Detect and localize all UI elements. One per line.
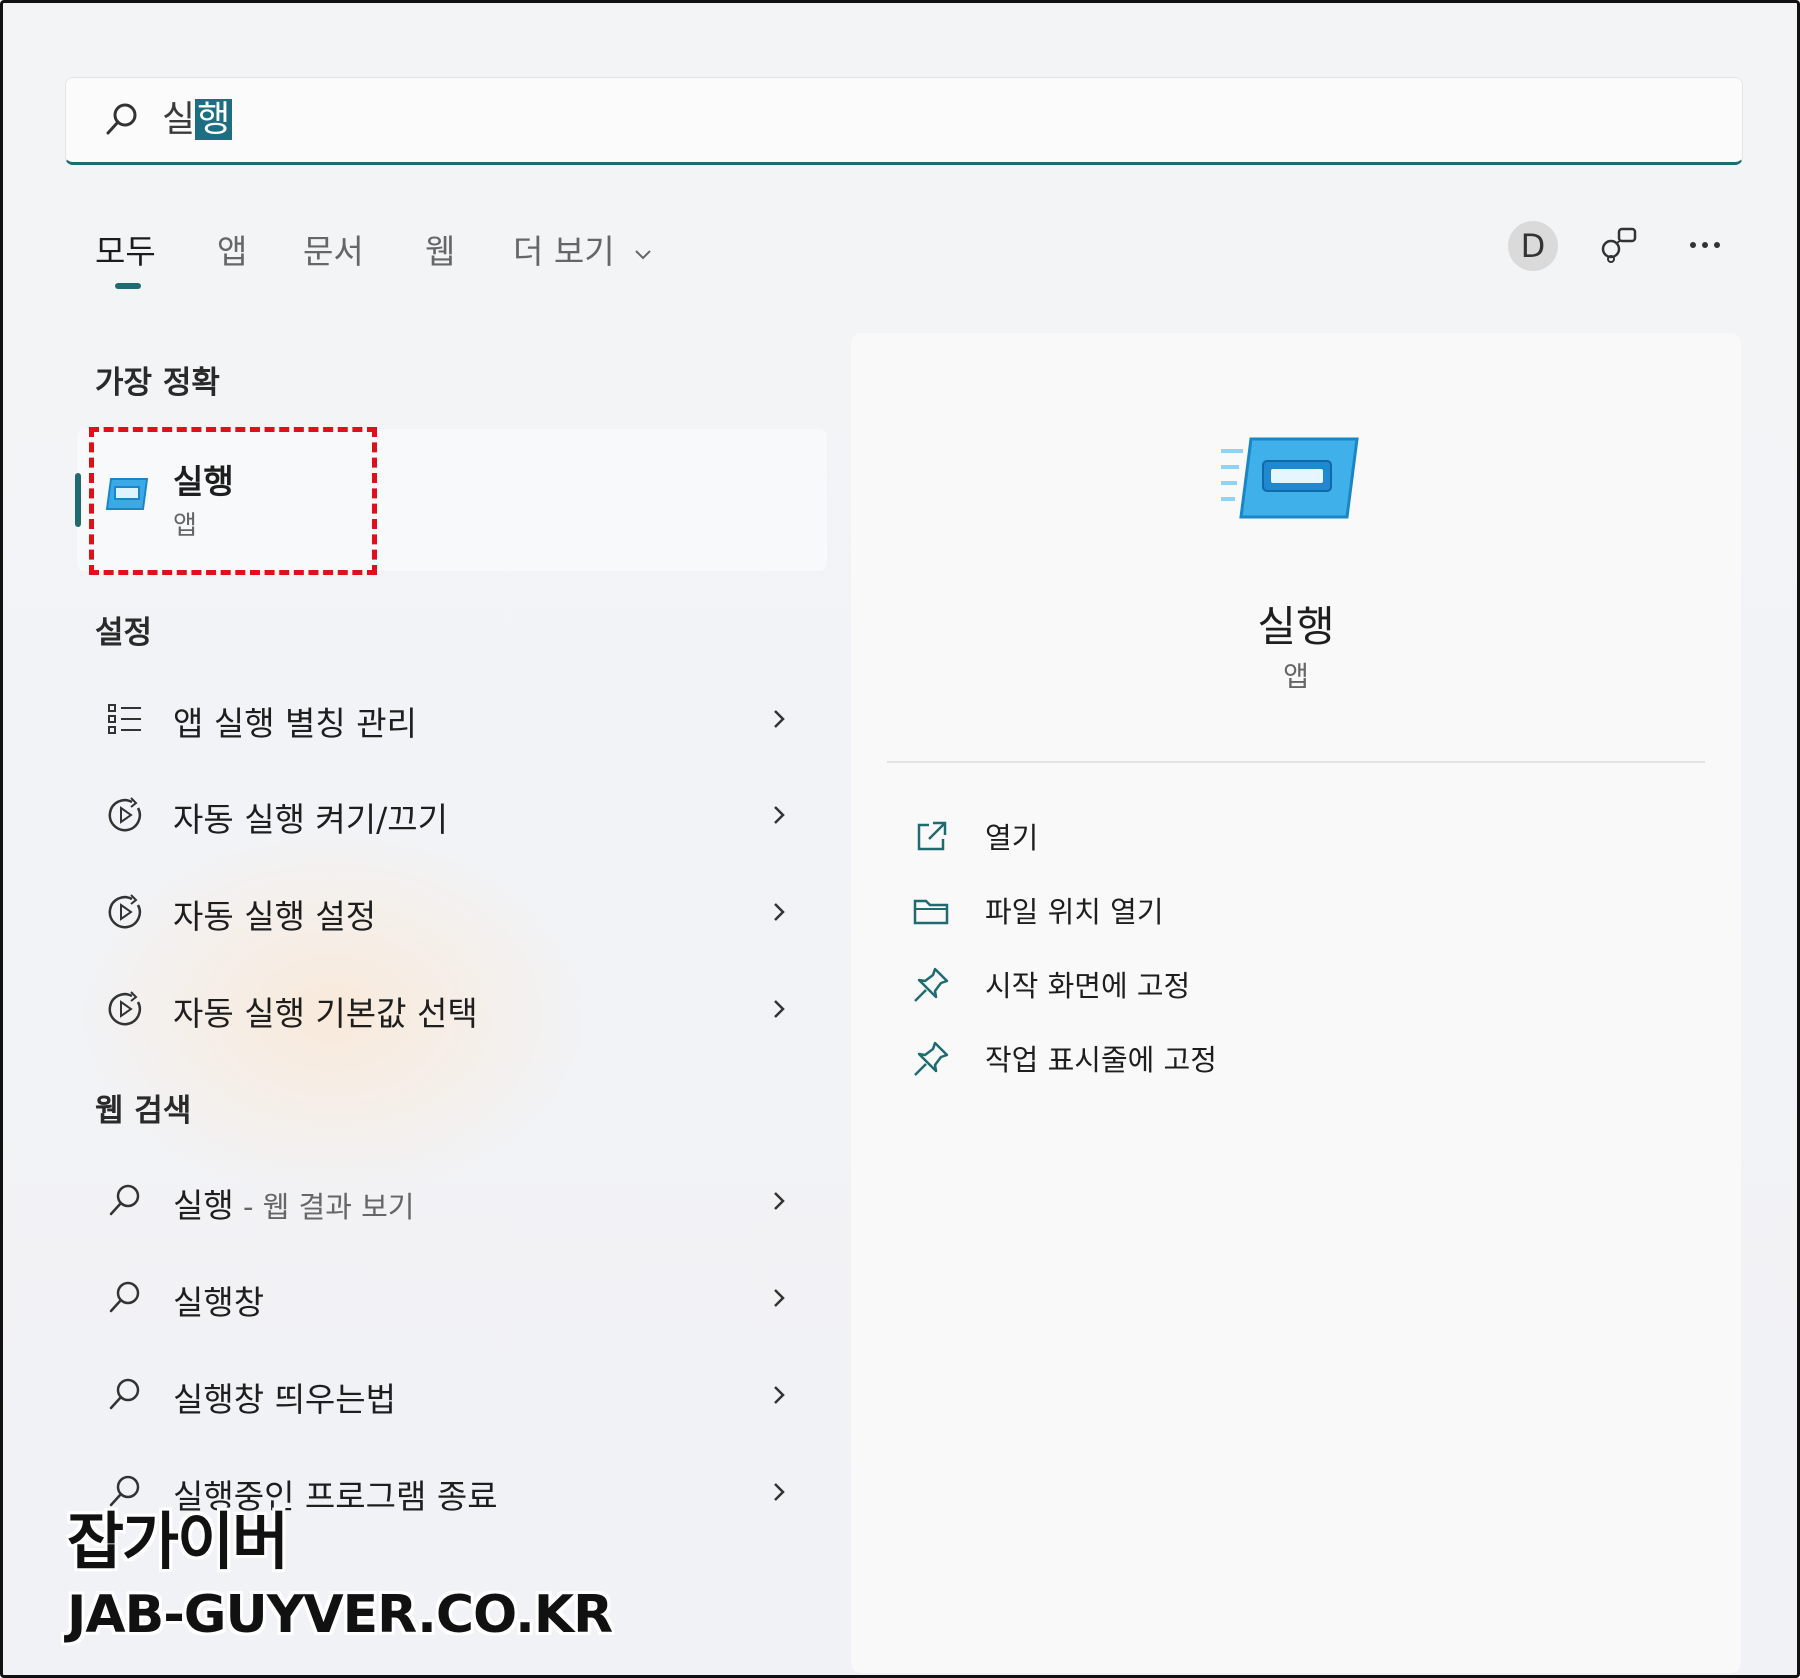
web-item[interactable]: 실행창 띄우는법 bbox=[77, 1355, 827, 1435]
web-item-query: 실행 bbox=[173, 1186, 234, 1225]
selection-indicator bbox=[75, 473, 81, 527]
preview-title: 실행 bbox=[1257, 602, 1335, 651]
watermark: 잡가이버 JAB-GUYVER.CO.KR bbox=[67, 1491, 613, 1645]
red-dashed-highlight bbox=[89, 427, 377, 575]
tab-apps-label: 앱 bbox=[217, 232, 248, 271]
section-web-search: 웹 검색 bbox=[95, 1093, 192, 1129]
settings-item-label: 앱 실행 별칭 관리 bbox=[173, 704, 417, 743]
settings-item-autoplay-settings[interactable]: 자동 실행 설정 bbox=[77, 872, 827, 952]
web-item[interactable]: 실행 - 웹 결과 보기 bbox=[77, 1161, 827, 1241]
action-open-file-location[interactable]: 파일 위치 열기 bbox=[911, 881, 1611, 941]
chevron-right-icon bbox=[767, 1377, 791, 1413]
action-open[interactable]: 열기 bbox=[911, 807, 1611, 867]
search-icon bbox=[105, 1278, 145, 1318]
autoplay-icon bbox=[105, 989, 145, 1029]
settings-item-app-alias[interactable]: 앱 실행 별칭 관리 bbox=[77, 679, 827, 759]
web-item-label: 실행창 bbox=[173, 1283, 265, 1322]
search-query[interactable]: 실행 bbox=[162, 96, 233, 144]
web-item-suffix: - 웹 결과 보기 bbox=[233, 1190, 415, 1224]
chevron-right-icon bbox=[767, 1280, 791, 1316]
settings-item-label: 자동 실행 기본값 선택 bbox=[173, 994, 478, 1033]
action-label: 열기 bbox=[985, 821, 1039, 855]
settings-item-label: 자동 실행 설정 bbox=[173, 897, 377, 936]
chevron-right-icon bbox=[767, 991, 791, 1027]
search-icon bbox=[102, 100, 142, 140]
section-settings: 설정 bbox=[95, 615, 153, 651]
rewards-icon[interactable] bbox=[1597, 223, 1641, 267]
settings-item-autoplay-toggle[interactable]: 자동 실행 켜기/끄기 bbox=[77, 775, 827, 855]
account-avatar[interactable]: D bbox=[1508, 221, 1558, 271]
preview-subtitle: 앱 bbox=[1283, 660, 1309, 693]
settings-item-autoplay-defaults[interactable]: 자동 실행 기본값 선택 bbox=[77, 969, 827, 1049]
search-icon bbox=[105, 1375, 145, 1415]
web-item-label: 실행창 띄우는법 bbox=[173, 1380, 397, 1419]
section-best-match: 가장 정확 bbox=[95, 365, 220, 401]
search-icon bbox=[105, 1181, 145, 1221]
tab-apps[interactable]: 앱 bbox=[217, 225, 247, 273]
search-query-selected: 행 bbox=[195, 99, 233, 140]
autoplay-icon bbox=[105, 795, 145, 835]
chevron-down-icon bbox=[635, 249, 651, 259]
chevron-right-icon bbox=[767, 701, 791, 737]
action-pin-taskbar[interactable]: 작업 표시줄에 고정 bbox=[911, 1029, 1611, 1089]
tab-all[interactable]: 모두 bbox=[95, 225, 156, 273]
action-label: 작업 표시줄에 고정 bbox=[985, 1043, 1217, 1077]
tab-more[interactable]: 더 보기 bbox=[513, 225, 653, 273]
search-query-plain: 실 bbox=[162, 99, 196, 140]
tab-more-label: 더 보기 bbox=[513, 232, 615, 271]
web-item[interactable]: 실행창 bbox=[77, 1258, 827, 1338]
divider bbox=[887, 761, 1705, 763]
search-window: 실행 모두 앱 문서 웹 더 보기 D 가장 정확 실행 앱 설정 앱 실행 별… bbox=[0, 0, 1800, 1678]
open-external-icon bbox=[911, 817, 951, 857]
chevron-right-icon bbox=[767, 797, 791, 833]
tab-documents[interactable]: 문서 bbox=[303, 225, 364, 273]
preview-panel: 실행 앱 열기 파일 위치 열기 시작 화면에 고정 작업 표시줄에 고정 bbox=[851, 333, 1741, 1673]
watermark-url: JAB-GUYVER.CO.KR bbox=[67, 1585, 613, 1645]
action-label: 파일 위치 열기 bbox=[985, 895, 1164, 929]
tab-web-label: 웹 bbox=[425, 232, 456, 271]
settings-item-label: 자동 실행 켜기/끄기 bbox=[173, 800, 448, 839]
pin-icon bbox=[911, 1039, 951, 1079]
more-options-icon[interactable] bbox=[1683, 223, 1727, 267]
autoplay-icon bbox=[105, 892, 145, 932]
action-pin-start[interactable]: 시작 화면에 고정 bbox=[911, 955, 1611, 1015]
run-app-large-icon bbox=[1221, 433, 1361, 533]
list-icon bbox=[105, 699, 145, 739]
chevron-right-icon bbox=[767, 894, 791, 930]
tab-all-label: 모두 bbox=[95, 232, 156, 271]
folder-icon bbox=[911, 891, 951, 931]
web-item-label: 실행 - 웹 결과 보기 bbox=[173, 1179, 414, 1227]
search-input[interactable]: 실행 bbox=[65, 77, 1743, 165]
tab-web[interactable]: 웹 bbox=[425, 225, 455, 273]
pin-icon bbox=[911, 965, 951, 1005]
tab-documents-label: 문서 bbox=[303, 232, 364, 271]
watermark-title: 잡가이버 bbox=[67, 1505, 289, 1578]
action-label: 시작 화면에 고정 bbox=[985, 969, 1191, 1003]
active-tab-indicator bbox=[115, 283, 141, 289]
chevron-right-icon bbox=[767, 1183, 791, 1219]
chevron-right-icon bbox=[767, 1474, 791, 1510]
